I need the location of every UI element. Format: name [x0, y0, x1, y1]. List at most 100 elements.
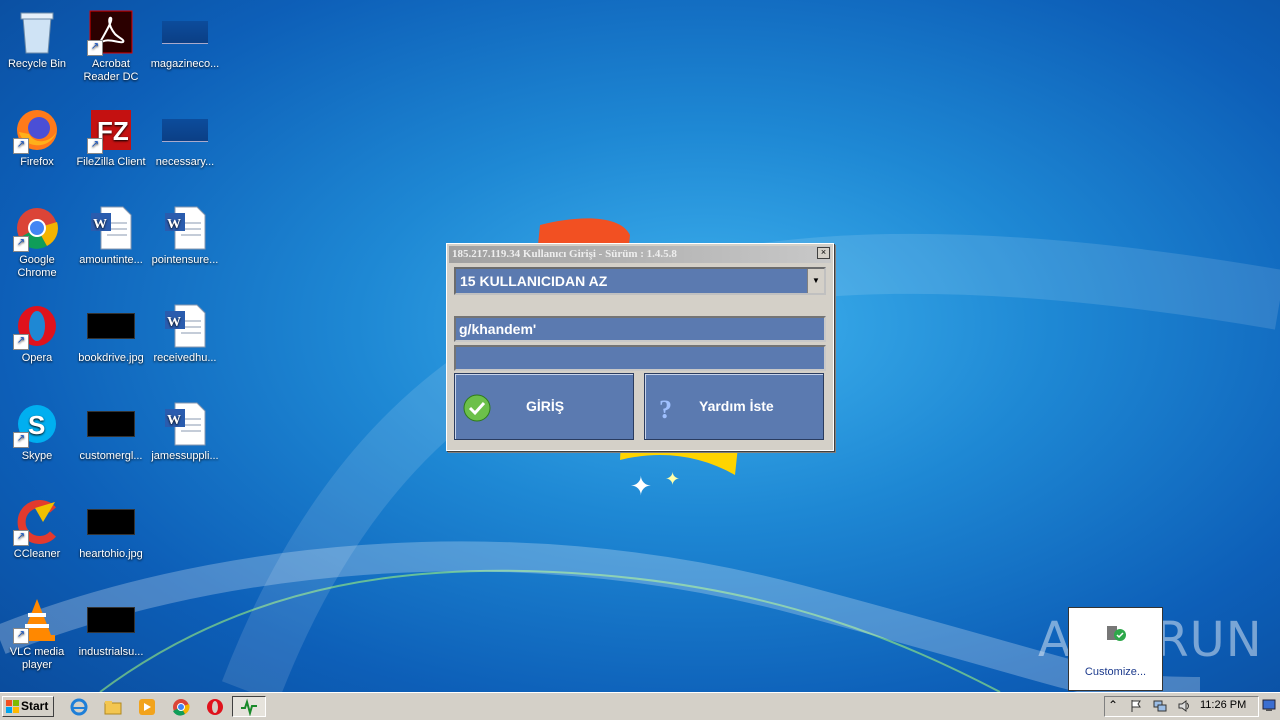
desktop-icon-magazineco[interactable]: magazineco...	[148, 4, 222, 71]
word-document-icon: W	[161, 400, 209, 448]
password-input[interactable]	[454, 345, 826, 371]
combo-selected-value: 15 KULLANICIDAN AZ	[460, 273, 608, 289]
shortcut-arrow-icon: ↗	[13, 334, 29, 350]
svg-text:W: W	[167, 217, 181, 232]
shortcut-arrow-icon: ↗	[87, 138, 103, 154]
acrobat-reader-icon: ↗	[87, 8, 135, 56]
close-icon: ×	[820, 247, 827, 257]
customize-link[interactable]: Customize...	[1069, 666, 1162, 678]
action-center-flag-icon[interactable]	[1129, 699, 1143, 713]
desktop-icon-vlc[interactable]: ↗ VLC media player	[0, 592, 74, 672]
skype-icon: S ↗	[13, 400, 61, 448]
app-activity-icon	[241, 698, 257, 716]
help-button[interactable]: ? Yardım İste	[644, 373, 824, 440]
user-count-combobox[interactable]: 15 KULLANICIDAN AZ ▼	[454, 267, 826, 295]
desktop-icon-firefox[interactable]: ↗ Firefox	[0, 102, 74, 169]
start-button[interactable]: Start	[2, 696, 54, 717]
desktop-icon-jamessuppli[interactable]: W jamessuppli...	[148, 396, 222, 463]
word-document-icon: W	[161, 302, 209, 350]
desktop-icon-recycle-bin[interactable]: Recycle Bin	[0, 4, 74, 71]
shortcut-arrow-icon: ↗	[13, 236, 29, 252]
desktop-icon-label: customergl...	[79, 450, 143, 462]
svg-text:✦: ✦	[665, 469, 680, 489]
desktop-icon-label: receivedhu...	[153, 352, 217, 364]
start-label: Start	[21, 699, 49, 713]
shortcut-arrow-icon: ↗	[13, 530, 29, 546]
filezilla-icon: FZ ↗	[87, 106, 135, 154]
desktop-icon-necessary[interactable]: necessary...	[148, 102, 222, 169]
desktop-icon-label: Google Chrome	[17, 254, 57, 279]
windows-flag-icon	[6, 700, 19, 713]
taskbar-app-running[interactable]	[232, 696, 266, 717]
desktop-icon-label: Firefox	[20, 156, 54, 168]
login-dialog: 185.217.119.34 Kullanıcı Girişi - Sürüm …	[446, 243, 834, 451]
opera-taskbar-icon[interactable]	[206, 698, 224, 716]
network-icon[interactable]	[1153, 699, 1167, 713]
image-thumbnail-icon	[161, 8, 209, 56]
desktop-icon-pointensure[interactable]: W pointensure...	[148, 200, 222, 267]
ccleaner-icon: ↗	[13, 498, 61, 546]
desktop-icon-label: necessary...	[155, 156, 215, 168]
dialog-close-button[interactable]: ×	[817, 247, 830, 259]
media-player-icon[interactable]	[138, 698, 156, 716]
desktop-icon-label: industrialsu...	[78, 646, 144, 658]
show-desktop-icon[interactable]	[1262, 697, 1276, 713]
desktop-icon-label: Acrobat Reader DC	[83, 58, 139, 83]
shortcut-arrow-icon: ↗	[87, 40, 103, 56]
volume-icon[interactable]	[1177, 699, 1191, 713]
taskbar: Start ⌃ 11:26 PM	[0, 692, 1280, 720]
word-document-icon: W	[161, 204, 209, 252]
shortcut-arrow-icon: ↗	[13, 432, 29, 448]
help-button-label: Yardım İste	[699, 398, 774, 414]
explorer-folder-icon[interactable]	[104, 698, 122, 716]
recycle-bin-icon	[13, 8, 61, 56]
desktop-icon-label: FileZilla Client	[76, 156, 146, 168]
svg-text:W: W	[167, 413, 181, 428]
desktop-icon-industrialsu[interactable]: industrialsu...	[74, 592, 148, 659]
desktop-icon-heartohio[interactable]: heartohio.jpg	[74, 494, 148, 561]
jpg-thumbnail-icon	[87, 400, 135, 448]
desktop-icon-label: Opera	[21, 352, 53, 364]
desktop-icon-acrobat[interactable]: ↗ Acrobat Reader DC	[74, 4, 148, 84]
chrome-icon: ↗	[13, 204, 61, 252]
dialog-title: 185.217.119.34 Kullanıcı Girişi - Sürüm …	[449, 246, 831, 263]
desktop-icon-skype[interactable]: S ↗ Skype	[0, 396, 74, 463]
desktop-icon-label: bookdrive.jpg	[78, 352, 144, 364]
desktop-icon-amountinte[interactable]: W amountinte...	[74, 200, 148, 267]
desktop-icon-customergl[interactable]: customergl...	[74, 396, 148, 463]
svg-text:?: ?	[659, 395, 672, 422]
desktop-icon-label: CCleaner	[13, 548, 61, 560]
opera-icon: ↗	[13, 302, 61, 350]
desktop-icon-chrome[interactable]: ↗ Google Chrome	[0, 200, 74, 280]
desktop-icon-opera[interactable]: ↗ Opera	[0, 298, 74, 365]
show-hidden-icons-chevron-icon[interactable]: ⌃	[1108, 698, 1118, 712]
jpg-thumbnail-icon	[87, 596, 135, 644]
desktop-icon-label: magazineco...	[150, 58, 220, 70]
desktop-icon-label: Skype	[21, 450, 53, 462]
desktop-icon-receivedhu[interactable]: W receivedhu...	[148, 298, 222, 365]
desktop-icon-label: amountinte...	[79, 254, 143, 266]
desktop-icon-filezilla[interactable]: FZ ↗ FileZilla Client	[74, 102, 148, 169]
desktop-icon-bookdrive[interactable]: bookdrive.jpg	[74, 298, 148, 365]
vlc-icon: ↗	[13, 596, 61, 644]
chrome-taskbar-icon[interactable]	[172, 698, 190, 716]
shortcut-arrow-icon: ↗	[13, 628, 29, 644]
firefox-icon: ↗	[13, 106, 61, 154]
svg-text:S: S	[28, 410, 45, 440]
security-tray-icon[interactable]	[1105, 622, 1127, 644]
desktop-icon-label: heartohio.jpg	[79, 548, 143, 560]
desktop-icon-label: pointensure...	[151, 254, 219, 266]
question-mark-icon: ?	[659, 395, 672, 422]
clock[interactable]: 11:26 PM	[1200, 699, 1246, 711]
jpg-thumbnail-icon	[87, 498, 135, 546]
login-button[interactable]: GİRİŞ	[454, 373, 634, 440]
internet-explorer-icon[interactable]	[70, 698, 88, 716]
jpg-thumbnail-icon	[87, 302, 135, 350]
shortcut-arrow-icon: ↗	[13, 138, 29, 154]
chevron-down-icon[interactable]: ▼	[807, 269, 824, 293]
desktop: ✦ ✦ Recycle Bin ↗ Acrobat Reader DC maga…	[0, 0, 1280, 692]
checkmark-icon	[463, 394, 491, 422]
svg-text:W: W	[93, 217, 107, 232]
username-input[interactable]: g/khandem'	[454, 316, 826, 342]
desktop-icon-ccleaner[interactable]: ↗ CCleaner	[0, 494, 74, 561]
